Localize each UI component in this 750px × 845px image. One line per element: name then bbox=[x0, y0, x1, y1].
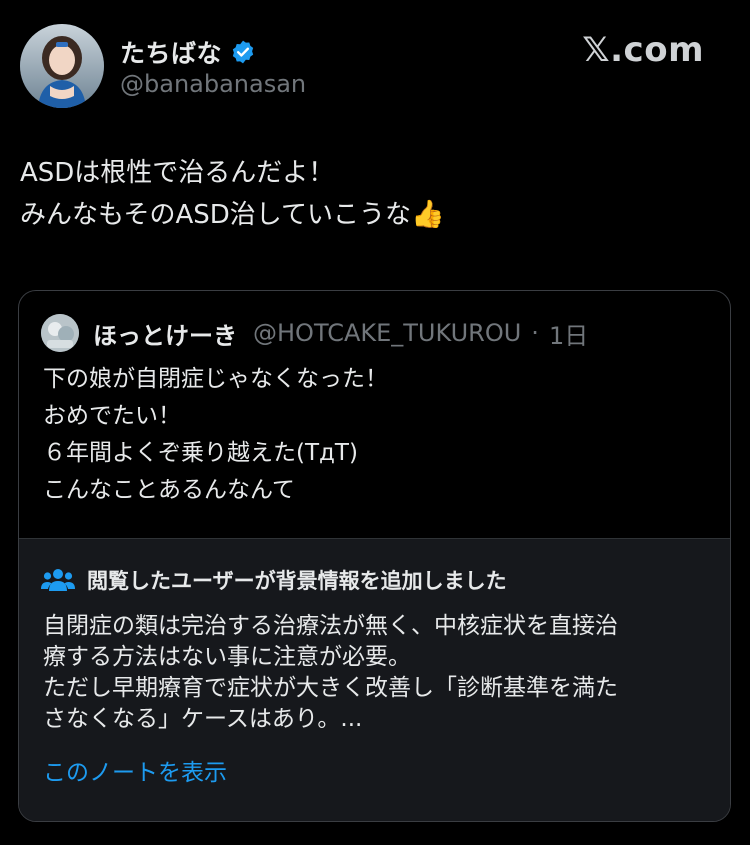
quoted-author-avatar[interactable] bbox=[41, 314, 79, 352]
author-display-name[interactable]: たちばな bbox=[120, 34, 222, 70]
author-handle[interactable]: @banabanasan bbox=[120, 70, 306, 98]
note-line-2: 療する方法はない事に注意が必要。 bbox=[43, 644, 411, 670]
people-icon bbox=[41, 567, 75, 593]
author-name-row: たちばな bbox=[120, 34, 256, 70]
quoted-line-4: こんなことあるんなんて bbox=[43, 477, 295, 503]
x-com-logo: 𝕏.com bbox=[582, 30, 704, 70]
quoted-line-3: ６年間よくぞ乗り越えた(TдT) bbox=[43, 440, 358, 466]
note-line-3: ただし早期療育で症状が大きく改善し「診断基準を満た bbox=[43, 675, 618, 701]
community-note-panel: 閲覧したユーザーが背景情報を追加しました 自閉症の類は完治する治療法が無く、中核… bbox=[19, 538, 730, 821]
quoted-line-2: おめでたい！ bbox=[43, 403, 181, 429]
quoted-author-name[interactable]: ほっとけーき bbox=[93, 316, 237, 351]
author-avatar[interactable] bbox=[20, 24, 104, 108]
thumbs-up-icon: 👍 bbox=[411, 199, 445, 230]
tweet-line-2-text: みんなもそのASD治していこうな bbox=[20, 200, 412, 230]
quoted-timestamp[interactable]: 1日 bbox=[549, 316, 588, 351]
quoted-tweet-body: 下の娘が自閉症じゃなくなった！ おめでたい！ ６年間よくぞ乗り越えた(TдT) … bbox=[43, 361, 703, 509]
tweet-line-1: ASDは根性で治るんだよ！ bbox=[20, 158, 335, 188]
community-note-title: 閲覧したユーザーが背景情報を追加しました bbox=[87, 569, 507, 593]
show-note-link[interactable]: このノートを表示 bbox=[43, 753, 227, 787]
quoted-author-handle[interactable]: @HOTCAKE_TUKUROU bbox=[253, 319, 521, 347]
tweet-body: ASDは根性で治るんだよ！ みんなもそのASD治していこうな👍 bbox=[20, 152, 720, 236]
tweet-header: たちばな @banabanasan 𝕏.com bbox=[20, 24, 730, 114]
quoted-tweet-card[interactable]: ほっとけーき @HOTCAKE_TUKUROU · 1日 下の娘が自閉症じゃなく… bbox=[18, 290, 731, 822]
tweet-line-2: みんなもそのASD治していこうな👍 bbox=[20, 194, 720, 236]
note-line-1: 自閉症の類は完治する治療法が無く、中核症状を直接治 bbox=[43, 613, 618, 639]
note-line-4: さなくなる」ケースはあり。... bbox=[43, 706, 363, 732]
quoted-line-1: 下の娘が自閉症じゃなくなった！ bbox=[43, 366, 388, 392]
quoted-tweet-header: ほっとけーき @HOTCAKE_TUKUROU · 1日 bbox=[41, 313, 588, 353]
quoted-separator: · bbox=[531, 319, 539, 347]
verified-badge-icon bbox=[230, 39, 256, 65]
community-note-body: 自閉症の類は完治する治療法が無く、中核症状を直接治 療する方法はない事に注意が必… bbox=[43, 611, 713, 735]
community-note-title-row: 閲覧したユーザーが背景情報を追加しました bbox=[41, 565, 507, 595]
